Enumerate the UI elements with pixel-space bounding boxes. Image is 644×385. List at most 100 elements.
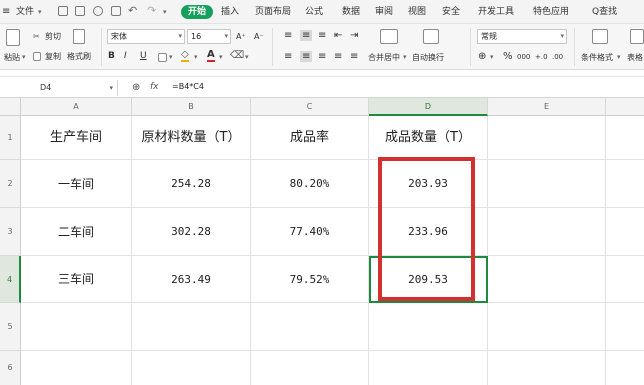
wrap-text-icon[interactable] (423, 29, 439, 44)
cell-b5[interactable] (132, 303, 251, 351)
font-color-button[interactable]: A (207, 50, 215, 62)
decrease-decimal-button[interactable]: .00 (552, 52, 563, 63)
paste-button[interactable]: 粘贴 (4, 52, 20, 63)
align-left-icon[interactable]: ≡ (284, 51, 292, 62)
underline-button[interactable]: U (140, 51, 147, 62)
row-header-6[interactable]: 6 (0, 351, 21, 385)
cell-f1[interactable] (606, 116, 644, 160)
cell-a3[interactable]: 二车间 (21, 208, 132, 256)
name-box[interactable]: D4 ▾ (0, 80, 118, 96)
clear-dropdown-icon[interactable]: ▾ (245, 52, 249, 63)
redo-icon[interactable]: ↷ (147, 4, 156, 18)
cell-f5[interactable] (606, 303, 644, 351)
merge-center-icon[interactable] (380, 29, 398, 44)
format-painter-icon[interactable] (73, 29, 85, 44)
zoom-icon[interactable]: ⊕ (132, 82, 140, 93)
tab-review[interactable]: 审阅 (375, 5, 393, 19)
cell-e4[interactable] (488, 256, 606, 303)
number-format-select[interactable]: 常规 ▾ (477, 29, 567, 44)
conditional-format-button[interactable]: 条件格式 (581, 52, 613, 63)
border-dropdown-icon[interactable]: ▾ (169, 52, 173, 63)
select-all-corner[interactable] (0, 98, 21, 116)
cell-e2[interactable] (488, 160, 606, 208)
cell-d1[interactable]: 成品数量（T） (369, 116, 488, 160)
table-style-button[interactable]: 表格 (627, 52, 643, 63)
row-header-1[interactable]: 1 (0, 116, 21, 160)
tab-page-layout[interactable]: 页面布局 (255, 5, 291, 19)
wrap-text-button[interactable]: 自动换行 (412, 52, 444, 63)
scissors-icon[interactable]: ✂ (33, 31, 40, 42)
column-header-f[interactable] (606, 98, 644, 116)
row-header-5[interactable]: 5 (0, 303, 21, 351)
cell-c6[interactable] (251, 351, 369, 385)
cell-e6[interactable] (488, 351, 606, 385)
tab-view[interactable]: 视图 (408, 5, 426, 19)
cell-d6[interactable] (369, 351, 488, 385)
align-center-icon[interactable]: ≡ (300, 51, 313, 62)
column-header-d[interactable]: D (369, 98, 488, 116)
cell-d2[interactable]: 203.93 (369, 160, 488, 208)
cell-f2[interactable] (606, 160, 644, 208)
save-icon[interactable] (58, 6, 68, 16)
copy-icon[interactable] (33, 52, 41, 61)
paste-icon[interactable] (6, 29, 20, 46)
currency-icon[interactable]: ⊕ (478, 51, 486, 62)
tab-data[interactable]: 数据 (342, 5, 360, 19)
paste-dropdown-icon[interactable]: ▾ (22, 52, 26, 63)
fill-dropdown-icon[interactable]: ▾ (194, 52, 198, 63)
font-name-select[interactable]: 宋体 ▾ (107, 29, 185, 44)
border-icon[interactable] (158, 53, 167, 62)
cell-d3[interactable]: 233.96 (369, 208, 488, 256)
merge-dropdown-icon[interactable]: ▾ (403, 52, 407, 63)
conditional-dropdown-icon[interactable]: ▾ (617, 52, 621, 63)
tab-special[interactable]: 特色应用 (533, 5, 569, 19)
cell-c2[interactable]: 80.20% (251, 160, 369, 208)
tab-developer[interactable]: 开发工具 (478, 5, 514, 19)
cell-a6[interactable] (21, 351, 132, 385)
cell-b6[interactable] (132, 351, 251, 385)
cell-e3[interactable] (488, 208, 606, 256)
cell-c1[interactable]: 成品率 (251, 116, 369, 160)
cell-a2[interactable]: 一车间 (21, 160, 132, 208)
print-preview-icon[interactable] (111, 6, 121, 16)
cell-d4[interactable]: 209.53 (369, 256, 488, 303)
cell-f6[interactable] (606, 351, 644, 385)
align-middle-icon[interactable]: ≡ (300, 30, 313, 41)
font-size-select[interactable]: 16 ▾ (187, 29, 231, 44)
tab-security[interactable]: 安全 (442, 5, 460, 19)
merge-center-button[interactable]: 合并居中 (368, 52, 400, 63)
align-top-icon[interactable]: ≡ (284, 30, 292, 41)
indent-increase-icon[interactable]: ⇥ (350, 30, 358, 41)
cell-b4[interactable]: 263.49 (132, 256, 251, 303)
formula-input[interactable]: =B4*C4 (172, 82, 204, 91)
cell-b1[interactable]: 原材料数量（T） (132, 116, 251, 160)
row-header-2[interactable]: 2 (0, 160, 21, 208)
tab-insert[interactable]: 插入 (221, 5, 239, 19)
shrink-font-button[interactable]: A⁻ (254, 31, 264, 42)
thousands-button[interactable]: 000 (517, 52, 530, 63)
fill-color-icon[interactable]: ◇ (181, 50, 189, 62)
cell-a5[interactable] (21, 303, 132, 351)
quick-access-more-icon[interactable]: ▾ (163, 5, 167, 19)
font-color-dropdown-icon[interactable]: ▾ (219, 52, 223, 63)
menu-file[interactable]: 文件 (16, 5, 34, 19)
eraser-icon[interactable]: ⌫ (230, 50, 244, 61)
distribute-icon[interactable]: ≡ (350, 51, 358, 62)
cell-e1[interactable] (488, 116, 606, 160)
cell-f3[interactable] (606, 208, 644, 256)
conditional-format-icon[interactable] (592, 29, 608, 44)
table-style-icon[interactable] (630, 29, 644, 44)
align-bottom-icon[interactable]: ≡ (318, 30, 326, 41)
row-header-4[interactable]: 4 (0, 256, 21, 303)
cut-button[interactable]: 剪切 (45, 31, 61, 42)
export-icon[interactable] (75, 6, 85, 16)
tab-formulas[interactable]: 公式 (305, 5, 323, 19)
indent-decrease-icon[interactable]: ⇤ (334, 30, 342, 41)
increase-decimal-button[interactable]: +.0 (535, 52, 548, 63)
column-header-a[interactable]: A (21, 98, 132, 116)
cell-b2[interactable]: 254.28 (132, 160, 251, 208)
row-header-3[interactable]: 3 (0, 208, 21, 256)
cell-d5[interactable] (369, 303, 488, 351)
currency-dropdown-icon[interactable]: ▾ (490, 52, 494, 63)
italic-button[interactable]: I (124, 51, 127, 62)
